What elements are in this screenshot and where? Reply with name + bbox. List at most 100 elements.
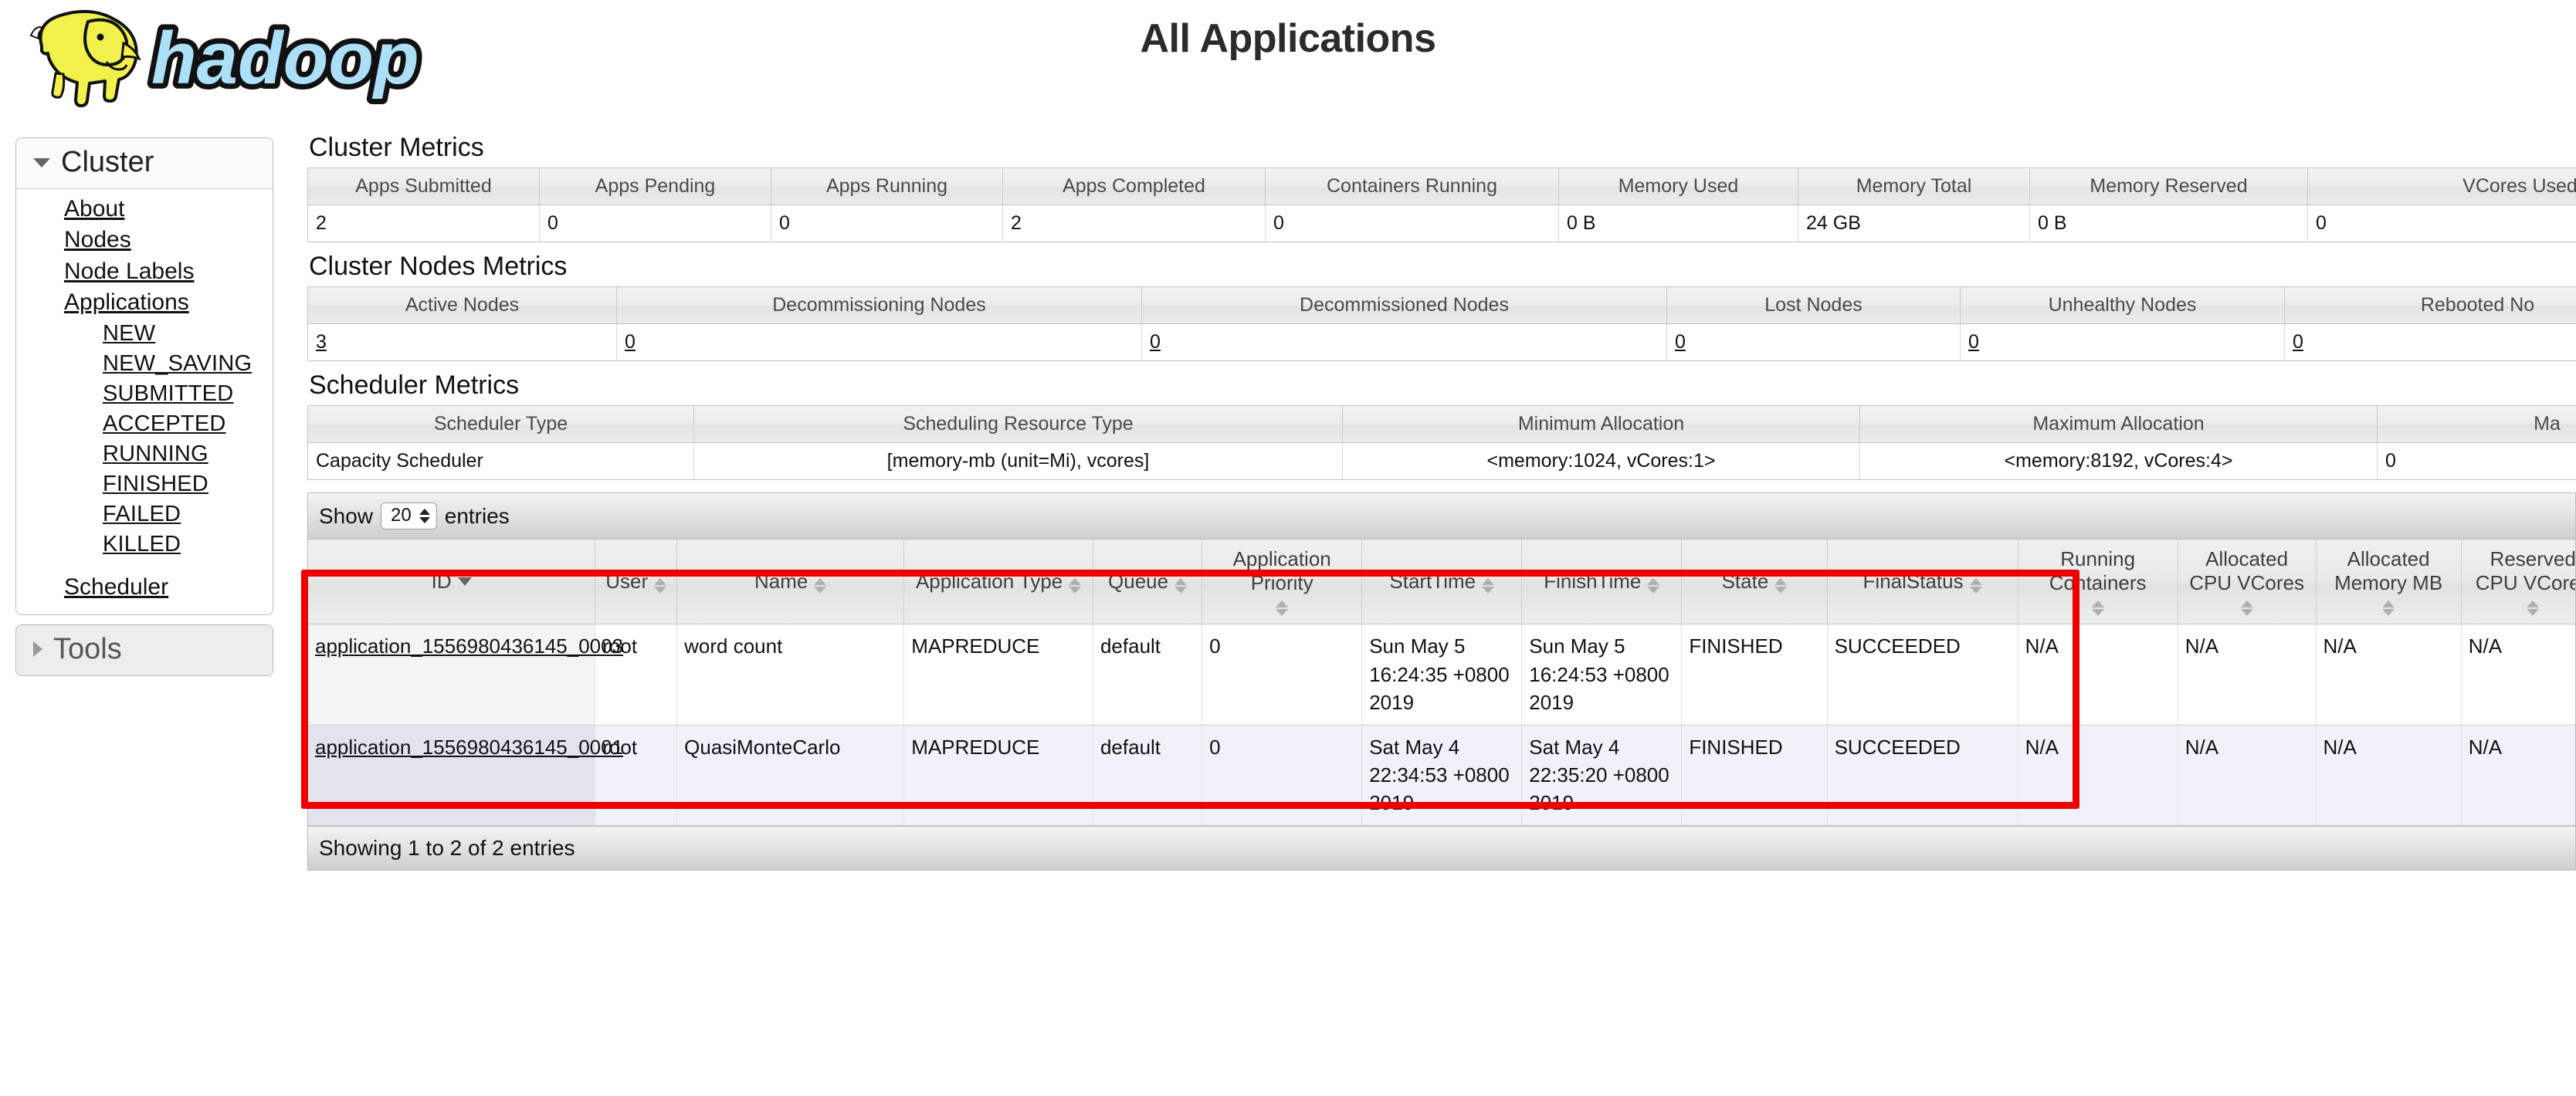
- sidebar-item-scheduler[interactable]: Scheduler: [16, 572, 273, 603]
- col-state[interactable]: State: [1681, 540, 1828, 625]
- val-rebooted-nodes[interactable]: 0: [2293, 331, 2303, 353]
- col-finish-time[interactable]: FinishTime: [1521, 540, 1683, 625]
- sidebar-item-state-finished[interactable]: FINISHED: [16, 469, 273, 499]
- col-running-containers[interactable]: Running Containers: [2018, 540, 2178, 625]
- sidebar-item-state-new[interactable]: NEW: [16, 319, 273, 349]
- cell-application-type: MAPREDUCE: [903, 725, 1093, 826]
- table-row[interactable]: application_1556980436145_0003 root word…: [308, 624, 2575, 726]
- node-metrics-table: Active Nodes Decommissioning Nodes Decom…: [307, 286, 2576, 361]
- table-row[interactable]: application_1556980436145_0001 root Quas…: [308, 725, 2575, 826]
- sort-updown-icon: [1774, 578, 1788, 594]
- val-unhealthy-nodes[interactable]: 0: [1968, 331, 1979, 353]
- col-name[interactable]: Name: [676, 540, 905, 625]
- val-apps-submitted: 2: [307, 205, 540, 242]
- cell-priority: 0: [1202, 624, 1363, 726]
- col-queue[interactable]: Queue: [1093, 540, 1203, 625]
- cell-user: root: [595, 624, 678, 726]
- application-id-link[interactable]: application_1556980436145_0003: [315, 634, 623, 658]
- cell-queue: default: [1093, 624, 1203, 726]
- col-finish-time-label: FinishTime: [1544, 570, 1642, 594]
- col-user[interactable]: User: [595, 540, 678, 625]
- sort-updown-icon: [1069, 578, 1082, 594]
- col-queue-label: Queue: [1108, 570, 1169, 594]
- cell-final-status: SUCCEEDED: [1827, 624, 2018, 726]
- col-allocated-memory-mb[interactable]: Allocated Memory MB: [2316, 540, 2462, 625]
- val-decommissioning-nodes[interactable]: 0: [625, 331, 636, 353]
- sidebar-tools-label: Tools: [53, 632, 122, 665]
- col-decommissioned-nodes: Decommissioned Nodes: [1141, 286, 1667, 324]
- col-state-label: State: [1721, 570, 1769, 594]
- val-memory-total: 24 GB: [1798, 205, 2030, 242]
- cell-state: FINISHED: [1681, 725, 1828, 826]
- col-final-status-label: FinalStatus: [1863, 570, 1964, 594]
- sidebar-item-state-running[interactable]: RUNNING: [16, 439, 273, 469]
- scheduler-metrics-title: Scheduler Metrics: [309, 370, 520, 400]
- sidebar-item-about[interactable]: About: [16, 194, 273, 225]
- col-application-priority-label: Application Priority: [1232, 547, 1331, 594]
- scheduler-metrics-table: Scheduler Type Scheduling Resource Type …: [307, 405, 2576, 480]
- page-size-value: 20: [391, 505, 412, 526]
- sidebar-item-state-new-saving[interactable]: NEW_SAVING: [16, 349, 273, 379]
- cluster-metrics-table-wrap: Apps Submitted Apps Pending Apps Running…: [307, 167, 2576, 242]
- col-application-priority[interactable]: Application Priority: [1202, 540, 1363, 625]
- table-header-row: Scheduler Type Scheduling Resource Type …: [307, 405, 2576, 443]
- sidebar-item-state-failed[interactable]: FAILED: [16, 499, 273, 529]
- col-apps-running: Apps Running: [771, 167, 1003, 205]
- sidebar-item-nodes[interactable]: Nodes: [16, 225, 273, 255]
- application-id-link[interactable]: application_1556980436145_0001: [315, 736, 623, 759]
- col-maximum-cluster-app-priority: Ma: [2377, 405, 2576, 443]
- sort-updown-icon: [2527, 600, 2540, 617]
- sidebar-item-state-accepted[interactable]: ACCEPTED: [16, 409, 273, 439]
- val-maximum-allocation: <memory:8192, vCores:4>: [1859, 442, 2378, 480]
- col-allocated-cpu-vcores[interactable]: Allocated CPU VCores: [2178, 540, 2317, 625]
- sidebar-item-state-submitted[interactable]: SUBMITTED: [16, 379, 273, 409]
- sidebar-item-applications[interactable]: Applications: [16, 287, 273, 318]
- cell-allocated-cpu-vcores: N/A: [2178, 725, 2317, 826]
- val-active-nodes[interactable]: 3: [316, 331, 327, 353]
- col-final-status[interactable]: FinalStatus: [1827, 540, 2018, 625]
- col-memory-reserved: Memory Reserved: [2029, 167, 2308, 205]
- cell-user: root: [595, 725, 678, 826]
- col-lost-nodes: Lost Nodes: [1666, 286, 1961, 324]
- cell-start-time: Sun May 5 16:24:35 +0800 2019: [1361, 624, 1523, 726]
- sort-desc-icon: [457, 577, 472, 587]
- sidebar-item-state-killed[interactable]: KILLED: [16, 529, 273, 560]
- cell-priority: 0: [1202, 725, 1363, 826]
- applications-datatable: Show 20 entries ID User Name Application…: [307, 492, 2576, 871]
- show-label: Show: [319, 503, 374, 528]
- sidebar-cluster-header[interactable]: Cluster: [16, 138, 273, 189]
- cell-running-containers: N/A: [2018, 624, 2178, 726]
- cell-reserved-cpu-vcores: N/A: [2461, 624, 2575, 726]
- val-memory-used: 0 B: [1558, 205, 1798, 242]
- val-apps-completed: 2: [1002, 205, 1266, 242]
- sidebar-item-node-labels[interactable]: Node Labels: [16, 256, 273, 287]
- col-user-label: User: [605, 570, 649, 594]
- scheduler-metrics-table-wrap: Scheduler Type Scheduling Resource Type …: [307, 405, 2576, 480]
- col-allocated-cpu-vcores-label: Allocated CPU VCores: [2189, 547, 2305, 594]
- table-row: Capacity Scheduler [memory-mb (unit=Mi),…: [307, 442, 2576, 480]
- sort-updown-icon: [2382, 600, 2395, 617]
- cell-finish-time: Sat May 4 22:35:20 +0800 2019: [1521, 725, 1683, 826]
- col-start-time[interactable]: StartTime: [1361, 540, 1523, 625]
- col-id[interactable]: ID: [308, 540, 596, 625]
- cell-state: FINISHED: [1681, 624, 1828, 726]
- page-size-select[interactable]: 20: [381, 502, 437, 529]
- sidebar-tools-header[interactable]: Tools: [16, 624, 273, 675]
- chevron-right-icon: [33, 641, 42, 658]
- cell-finish-time: Sun May 5 16:24:53 +0800 2019: [1521, 624, 1683, 726]
- table-header-row: ID User Name Application Type Queue Appl…: [308, 540, 2575, 625]
- entries-label: entries: [444, 503, 510, 528]
- table-header-row: Active Nodes Decommissioning Nodes Decom…: [307, 286, 2576, 324]
- col-reserved-cpu-vcores[interactable]: Reserved CPU VCores: [2461, 540, 2575, 625]
- sort-updown-icon: [1174, 578, 1188, 594]
- cell-allocated-memory-mb: N/A: [2316, 624, 2462, 726]
- cell-running-containers: N/A: [2018, 725, 2178, 826]
- col-application-type[interactable]: Application Type: [903, 540, 1093, 625]
- col-scheduling-resource-type: Scheduling Resource Type: [693, 405, 1343, 443]
- val-lost-nodes[interactable]: 0: [1675, 331, 1686, 353]
- val-decommissioned-nodes[interactable]: 0: [1150, 331, 1161, 353]
- sort-updown-icon: [814, 578, 827, 594]
- col-containers-running: Containers Running: [1265, 167, 1559, 205]
- sidebar-cluster-label: Cluster: [61, 146, 154, 178]
